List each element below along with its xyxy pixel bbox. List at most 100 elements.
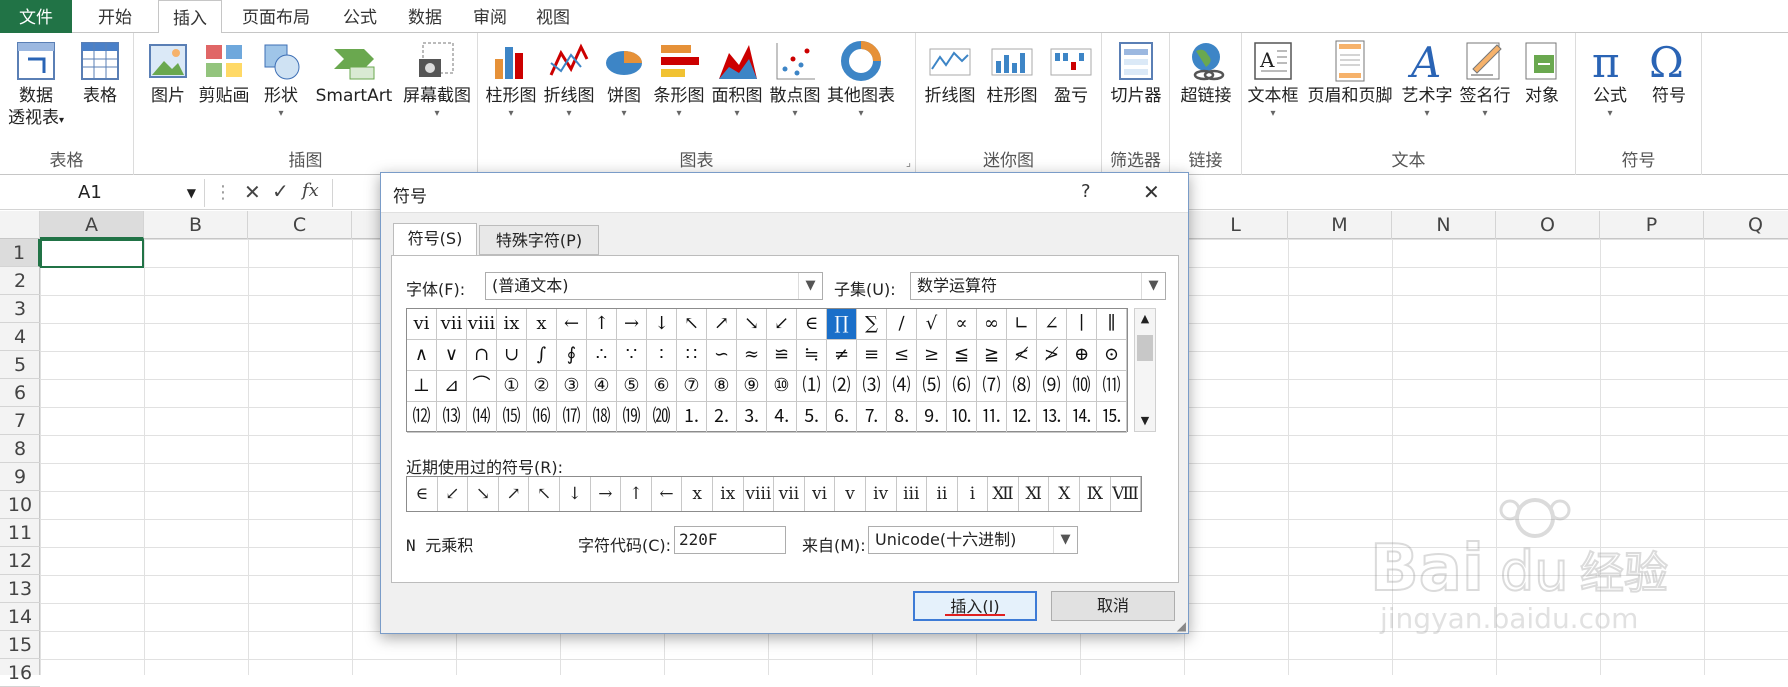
recent-symbol-cell[interactable]: ⅵ: [805, 477, 836, 511]
cancel-entry-icon[interactable]: ✕: [244, 180, 261, 204]
sparkline-line-button[interactable]: 折线图: [920, 39, 980, 107]
textbox-button[interactable]: A 文本框 ▾: [1244, 39, 1302, 121]
symbol-cell[interactable]: ∝: [947, 309, 977, 340]
name-box[interactable]: A1 ▼: [0, 179, 205, 207]
column-header[interactable]: M: [1288, 211, 1392, 239]
recent-symbol-cell[interactable]: ⅳ: [866, 477, 897, 511]
scatter-chart-button[interactable]: 散点图 ▾: [766, 39, 824, 121]
sparkline-winloss-button[interactable]: 盈亏: [1044, 39, 1098, 107]
recent-symbol-cell[interactable]: ⅱ: [927, 477, 958, 511]
tab-special-characters[interactable]: 特殊字符(P): [479, 225, 599, 255]
row-header[interactable]: 7: [0, 407, 40, 435]
symbol-cell[interactable]: ⒇: [647, 402, 677, 433]
column-header[interactable]: O: [1496, 211, 1600, 239]
symbol-cell[interactable]: ≌: [767, 340, 797, 371]
symbol-cell[interactable]: ⑷: [887, 371, 917, 402]
insert-button[interactable]: 插入(I): [913, 591, 1037, 621]
symbol-cell[interactable]: ↙: [767, 309, 797, 340]
clipart-button[interactable]: 剪贴画: [196, 39, 252, 107]
line-chart-button[interactable]: 折线图 ▾: [540, 39, 598, 121]
symbol-cell[interactable]: ⊥: [407, 371, 437, 402]
symbol-cell[interactable]: ⑿: [407, 402, 437, 433]
symbol-cell[interactable]: ⅸ: [497, 309, 527, 340]
shapes-button[interactable]: 形状 ▾: [254, 39, 308, 121]
picture-button[interactable]: 图片: [142, 39, 194, 107]
header-footer-button[interactable]: 页眉和页脚: [1304, 39, 1396, 107]
chevron-down-icon[interactable]: ▼: [1053, 527, 1077, 553]
select-all-corner[interactable]: [0, 211, 40, 239]
symbol-cell[interactable]: ⒆: [617, 402, 647, 433]
symbol-grid-scrollbar[interactable]: ▲ ▼: [1134, 308, 1156, 432]
tab-formulas[interactable]: 公式: [330, 0, 390, 33]
symbol-cell[interactable]: ↑: [587, 309, 617, 340]
row-header[interactable]: 6: [0, 379, 40, 407]
symbol-cell[interactable]: ≧: [977, 340, 1007, 371]
symbol-cell[interactable]: ⒂: [497, 402, 527, 433]
confirm-entry-icon[interactable]: ✓: [272, 179, 289, 203]
symbol-cell[interactable]: ③: [557, 371, 587, 402]
symbol-cell[interactable]: ⒏: [887, 402, 917, 433]
row-header[interactable]: 5: [0, 351, 40, 379]
symbol-cell[interactable]: ⒕: [1067, 402, 1097, 433]
symbol-cell[interactable]: ↖: [677, 309, 707, 340]
close-icon[interactable]: ✕: [1143, 180, 1160, 204]
symbol-cell[interactable]: ⑽: [1067, 371, 1097, 402]
other-charts-button[interactable]: 其他图表 ▾: [824, 39, 898, 121]
recent-symbol-cell[interactable]: ⅸ: [713, 477, 744, 511]
selected-cell-a1[interactable]: [40, 239, 144, 268]
recent-symbol-cell[interactable]: ⅰ: [958, 477, 989, 511]
recent-symbol-cell[interactable]: ⅲ: [897, 477, 928, 511]
symbol-cell[interactable]: ∷: [677, 340, 707, 371]
symbol-cell[interactable]: ∶: [647, 340, 677, 371]
symbol-cell[interactable]: ⌒: [467, 371, 497, 402]
recent-symbol-cell[interactable]: ⅴ: [835, 477, 866, 511]
symbol-cell[interactable]: ⑤: [617, 371, 647, 402]
scroll-down-icon[interactable]: ▼: [1135, 411, 1155, 431]
symbol-cell[interactable]: ⑥: [647, 371, 677, 402]
symbol-cell[interactable]: ⒌: [797, 402, 827, 433]
symbol-cell[interactable]: ∧: [407, 340, 437, 371]
symbol-cell[interactable]: ⒅: [587, 402, 617, 433]
symbol-cell[interactable]: ⒉: [707, 402, 737, 433]
symbol-cell[interactable]: ⑼: [1037, 371, 1067, 402]
row-header[interactable]: 8: [0, 435, 40, 463]
symbol-cell[interactable]: ∨: [437, 340, 467, 371]
symbol-cell[interactable]: ①: [497, 371, 527, 402]
chevron-down-icon[interactable]: ▼: [187, 179, 196, 207]
recent-symbol-cell[interactable]: Ⅸ: [1080, 477, 1111, 511]
row-header[interactable]: 1: [0, 239, 40, 267]
symbol-cell[interactable]: ⑨: [737, 371, 767, 402]
symbol-cell[interactable]: ⒃: [527, 402, 557, 433]
symbol-cell[interactable]: ∕: [887, 309, 917, 340]
row-header[interactable]: 2: [0, 267, 40, 295]
symbol-cell[interactable]: ≡: [857, 340, 887, 371]
scroll-up-icon[interactable]: ▲: [1135, 309, 1155, 329]
symbol-cell[interactable]: ↘: [737, 309, 767, 340]
symbol-cell[interactable]: ≯: [1037, 340, 1067, 371]
recent-symbol-cell[interactable]: ←: [652, 477, 683, 511]
wordart-button[interactable]: A 艺术字 ▾: [1398, 39, 1456, 121]
tab-insert[interactable]: 插入: [158, 0, 222, 34]
row-header[interactable]: 12: [0, 547, 40, 575]
symbol-cell[interactable]: ⑶: [857, 371, 887, 402]
area-chart-button[interactable]: 面积图 ▾: [708, 39, 766, 121]
smartart-button[interactable]: SmartArt: [310, 39, 398, 107]
symbol-cell[interactable]: ↗: [707, 309, 737, 340]
symbol-cell[interactable]: ⒀: [437, 402, 467, 433]
font-select[interactable]: (普通文本) ▼: [485, 272, 823, 300]
symbol-cell[interactable]: ⒒: [977, 402, 1007, 433]
dialog-titlebar[interactable]: 符号 ? ✕: [381, 173, 1188, 213]
symbol-cell[interactable]: ∣: [1067, 309, 1097, 340]
symbol-cell[interactable]: ∥: [1097, 309, 1127, 340]
symbol-cell[interactable]: ⒍: [827, 402, 857, 433]
symbol-cell[interactable]: ⒁: [467, 402, 497, 433]
from-select[interactable]: Unicode(十六进制) ▼: [868, 526, 1078, 554]
recent-symbol-cell[interactable]: x: [682, 477, 713, 511]
recent-symbol-cell[interactable]: ↘: [468, 477, 499, 511]
symbol-cell[interactable]: →: [617, 309, 647, 340]
recent-symbol-cell[interactable]: ⅶ: [774, 477, 805, 511]
symbol-cell[interactable]: ⊕: [1067, 340, 1097, 371]
symbol-cell[interactable]: ⒋: [767, 402, 797, 433]
symbol-cell[interactable]: ←: [557, 309, 587, 340]
symbol-cell[interactable]: ∽: [707, 340, 737, 371]
